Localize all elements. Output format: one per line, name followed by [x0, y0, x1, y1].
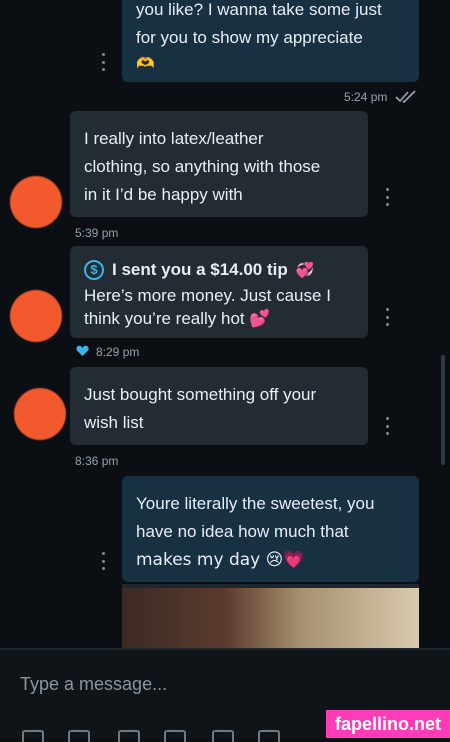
message-text-line: wish list — [84, 413, 144, 432]
message-text-line: clothing, so anything with those — [84, 157, 321, 176]
double-check-icon — [395, 90, 416, 104]
avatar[interactable] — [14, 388, 66, 440]
poll-tool-icon[interactable] — [212, 730, 234, 742]
message-text-line: have no idea how much that — [136, 522, 349, 541]
avatar[interactable] — [10, 176, 62, 228]
message-bubble-incoming[interactable]: Just bought something off your wish list — [70, 367, 368, 445]
message-options-icon[interactable] — [380, 417, 394, 435]
message-timestamp: 8:36 pm — [75, 454, 119, 468]
message-bubble-outgoing[interactable]: Youre literally the sweetest, you have n… — [122, 476, 419, 582]
message-text-line: makes my day 😢💗 — [136, 550, 305, 570]
calendar-tool-icon[interactable] — [258, 730, 280, 742]
heart-icon[interactable] — [76, 345, 89, 357]
tip-message-bubble[interactable]: $ I sent you a $14.00 tip 💞 Here’s more … — [70, 246, 368, 338]
tip-header: $ I sent you a $14.00 tip 💞 — [84, 256, 354, 284]
message-text-line: I really into latex/leather — [84, 129, 264, 148]
message-input[interactable] — [18, 668, 352, 700]
message-bubble-incoming[interactable]: I really into latex/leather clothing, so… — [70, 111, 368, 217]
tip-amount-text: I sent you a $14.00 tip — [112, 260, 288, 279]
avatar[interactable] — [10, 290, 62, 342]
tip-tool-icon[interactable] — [164, 730, 186, 742]
message-bubble-outgoing[interactable]: you like? I wanna take some just for you… — [122, 0, 419, 82]
message-text-line: you like? I wanna take some just — [136, 0, 382, 19]
message-options-icon[interactable] — [96, 53, 110, 71]
message-text-line: think you’re really hot 💕 — [84, 309, 271, 328]
message-text-line: Here’s more money. Just cause I — [84, 286, 331, 305]
message-text-line: in it I’d be happy with — [84, 185, 243, 204]
message-options-icon[interactable] — [96, 552, 110, 570]
heart-hands-emoji: 🫶 — [136, 54, 155, 72]
attachment-tool-icon[interactable] — [22, 730, 44, 742]
message-text-line: for you to show my appreciate — [136, 28, 363, 47]
watermark: fapellino.net — [326, 710, 450, 738]
chat-thread[interactable]: you like? I wanna take some just for you… — [0, 0, 450, 648]
message-options-icon[interactable] — [380, 188, 394, 206]
photo-attachment[interactable] — [122, 584, 419, 648]
dollar-coin-icon: $ — [84, 260, 104, 280]
camera-tool-icon[interactable] — [118, 730, 140, 742]
revolving-hearts-emoji: 💞 — [295, 261, 315, 279]
message-timestamp: 8:29 pm — [96, 345, 140, 359]
media-tool-icon[interactable] — [68, 730, 90, 742]
scrollbar[interactable] — [441, 355, 445, 465]
message-timestamp: 5:24 pm — [344, 90, 388, 104]
message-timestamp: 5:39 pm — [75, 226, 119, 240]
message-text-line: Youre literally the sweetest, you — [136, 494, 375, 513]
message-text-line: Just bought something off your — [84, 385, 317, 404]
message-options-icon[interactable] — [380, 308, 394, 326]
